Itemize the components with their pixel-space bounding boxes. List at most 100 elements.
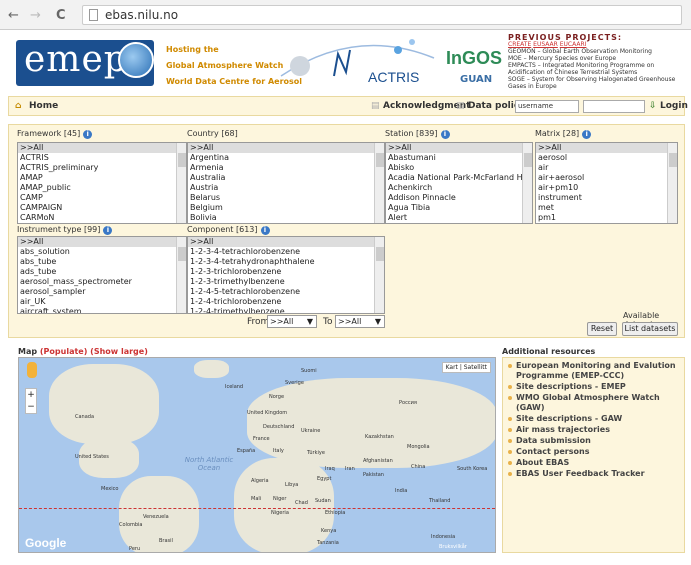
- list-item[interactable]: abs_tube: [18, 257, 186, 267]
- resource-link[interactable]: European Monitoring and Evalution Progra…: [507, 361, 680, 381]
- home-icon[interactable]: ⌂: [15, 101, 21, 111]
- reload-icon[interactable]: C: [56, 8, 66, 23]
- list-datasets-button[interactable]: List datasets: [622, 322, 678, 336]
- list-item[interactable]: pm1: [536, 213, 677, 223]
- list-item[interactable]: Addison Pinnacle: [386, 193, 532, 203]
- project-link-create[interactable]: CREATE: [508, 41, 531, 48]
- show-large-link[interactable]: (Show large): [90, 347, 148, 356]
- resource-link[interactable]: Data submission: [507, 436, 680, 446]
- project-line[interactable]: MOE – Mercury Species over Europe: [508, 55, 688, 62]
- reset-button[interactable]: Reset: [587, 322, 617, 336]
- resource-link[interactable]: About EBAS: [507, 458, 680, 468]
- scrollbar[interactable]: [374, 237, 384, 313]
- scrollbar[interactable]: [176, 143, 186, 223]
- list-item[interactable]: Achenkirch: [386, 183, 532, 193]
- list-item[interactable]: 1-2-3-4-tetrahydronaphthalene: [188, 257, 384, 267]
- login-icon[interactable]: ⇩: [649, 101, 657, 111]
- populate-link[interactable]: (Populate): [40, 347, 87, 356]
- password-input[interactable]: [583, 100, 645, 113]
- list-item[interactable]: Alert: [386, 213, 532, 223]
- country-list[interactable]: >>All Argentina Armenia Australia Austri…: [187, 142, 385, 224]
- list-item[interactable]: Abastumani: [386, 153, 532, 163]
- list-item[interactable]: Acadia National Park-McFarland Hill: [386, 173, 532, 183]
- list-item[interactable]: Abisko: [386, 163, 532, 173]
- list-item[interactable]: 1-2-3-4-tetrachlorobenzene: [188, 247, 384, 257]
- list-item[interactable]: >>All: [18, 143, 186, 153]
- list-item[interactable]: met: [536, 203, 677, 213]
- terms-link[interactable]: Bruksvilkår: [439, 544, 467, 550]
- list-item[interactable]: air+pm10: [536, 183, 677, 193]
- list-item[interactable]: aerosol_sampler: [18, 287, 186, 297]
- list-item[interactable]: Australia: [188, 173, 384, 183]
- login-button[interactable]: Login: [660, 101, 688, 111]
- scrollbar[interactable]: [176, 237, 186, 313]
- framework-list[interactable]: >>All ACTRIS ACTRIS_preliminary AMAP AMA…: [17, 142, 187, 224]
- list-item[interactable]: CARMoN: [18, 213, 186, 223]
- component-list[interactable]: >>All 1-2-3-4-tetrachlorobenzene 1-2-3-4…: [187, 236, 385, 314]
- home-link[interactable]: Home: [29, 101, 58, 111]
- list-item[interactable]: 1-2-3-trimethylbenzene: [188, 277, 384, 287]
- actris-logo[interactable]: ACTRIS: [276, 36, 438, 86]
- list-item[interactable]: >>All: [188, 237, 384, 247]
- list-item[interactable]: aerosol_mass_spectrometer: [18, 277, 186, 287]
- list-item[interactable]: Armenia: [188, 163, 384, 173]
- list-item[interactable]: air_UK: [18, 297, 186, 307]
- back-icon[interactable]: ←: [8, 8, 19, 23]
- list-item[interactable]: ACTRIS_preliminary: [18, 163, 186, 173]
- info-icon[interactable]: i: [582, 130, 592, 139]
- ingos-logo[interactable]: InGOS: [446, 48, 502, 69]
- resource-link[interactable]: Site descriptions - EMEP: [507, 382, 680, 392]
- scrollbar[interactable]: [374, 143, 384, 223]
- list-item[interactable]: ACTRIS: [18, 153, 186, 163]
- list-item[interactable]: Belarus: [188, 193, 384, 203]
- project-line[interactable]: GEOMON – Global Earth Observation Monito…: [508, 48, 688, 55]
- list-item[interactable]: Argentina: [188, 153, 384, 163]
- to-select[interactable]: >>All ▼: [335, 315, 385, 328]
- project-link-eucaari[interactable]: EUCAARI: [560, 41, 587, 48]
- matrix-list[interactable]: >>All aerosol air air+aerosol air+pm10 i…: [535, 142, 678, 224]
- street-view-icon[interactable]: [27, 362, 37, 378]
- list-item[interactable]: Belgium: [188, 203, 384, 213]
- username-input[interactable]: username: [515, 100, 579, 113]
- list-item[interactable]: 1-2-4-5-tetrachlorobenzene: [188, 287, 384, 297]
- list-item[interactable]: instrument: [536, 193, 677, 203]
- list-item[interactable]: CAMPAIGN: [18, 203, 186, 213]
- list-item[interactable]: Agua Tibia: [386, 203, 532, 213]
- info-icon[interactable]: i: [260, 226, 270, 235]
- list-item[interactable]: 1-2-4-trichlorobenzene: [188, 297, 384, 307]
- list-item[interactable]: abs_solution: [18, 247, 186, 257]
- scrollbar[interactable]: [667, 143, 677, 223]
- list-item[interactable]: aircraft_system: [18, 307, 186, 313]
- resource-link[interactable]: Contact persons: [507, 447, 680, 457]
- guan-logo[interactable]: GUAN: [460, 74, 492, 85]
- project-line[interactable]: SOGE – System for Observing Halogenated …: [508, 76, 688, 90]
- info-icon[interactable]: i: [103, 226, 113, 235]
- resource-link[interactable]: Site descriptions - GAW: [507, 414, 680, 424]
- list-item[interactable]: AMAP: [18, 173, 186, 183]
- resource-link[interactable]: Air mass trajectories: [507, 425, 680, 435]
- list-item[interactable]: >>All: [18, 237, 186, 247]
- list-item[interactable]: 1-2-4-trimethylbenzene: [188, 307, 384, 313]
- list-item[interactable]: CAMP: [18, 193, 186, 203]
- project-link-eusaar[interactable]: EUSAAR: [533, 41, 558, 48]
- zoom-control[interactable]: + −: [25, 388, 37, 414]
- list-item[interactable]: 1-2-3-trichlorobenzene: [188, 267, 384, 277]
- info-icon[interactable]: i: [83, 130, 93, 139]
- address-bar[interactable]: ebas.nilu.no: [82, 5, 682, 25]
- resource-link[interactable]: WMO Global Atmosphere Watch (GAW): [507, 393, 680, 413]
- resource-link[interactable]: EBAS User Feedback Tracker: [507, 469, 680, 479]
- list-item[interactable]: Bolivia: [188, 213, 384, 223]
- list-item[interactable]: Austria: [188, 183, 384, 193]
- instrument-type-list[interactable]: >>All abs_solution abs_tube ads_tube aer…: [17, 236, 187, 314]
- project-line[interactable]: EMPACTS – Integrated Monitoring Programm…: [508, 62, 688, 76]
- station-list[interactable]: >>All Abastumani Abisko Acadia National …: [385, 142, 533, 224]
- map-type-control[interactable]: Kart | Satellitt: [441, 362, 491, 373]
- list-item[interactable]: air+aerosol: [536, 173, 677, 183]
- scrollbar[interactable]: [522, 143, 532, 223]
- map-view[interactable]: + − Kart | Satellitt North Atlantic Ocean…: [18, 357, 496, 553]
- list-item[interactable]: air: [536, 163, 677, 173]
- list-item[interactable]: >>All: [188, 143, 384, 153]
- list-item[interactable]: >>All: [536, 143, 677, 153]
- list-item[interactable]: AMAP_public: [18, 183, 186, 193]
- list-item[interactable]: >>All: [386, 143, 532, 153]
